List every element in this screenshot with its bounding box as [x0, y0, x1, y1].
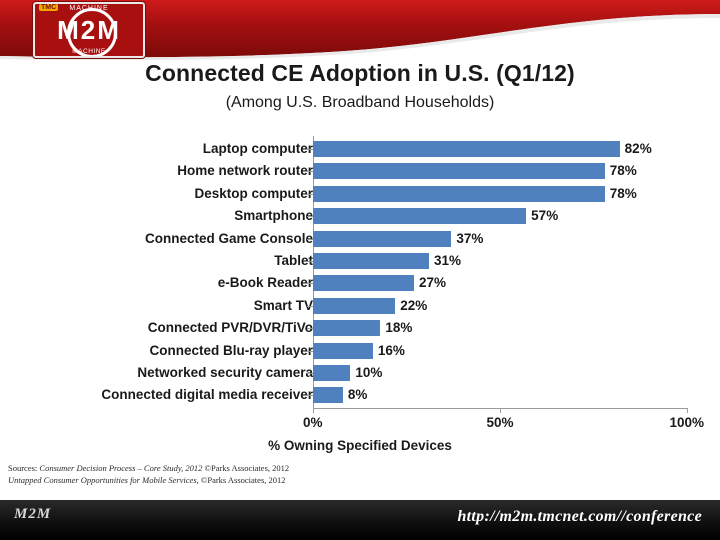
source-line-1: Sources: Consumer Decision Process – Cor…	[8, 462, 508, 474]
category-label: Home network router	[177, 163, 313, 179]
category-label: Connected PVR/DVR/TiVo	[147, 320, 313, 336]
bar-value-label: 78%	[609, 185, 637, 201]
page-title: Connected CE Adoption in U.S. (Q1/12)	[145, 60, 575, 86]
bar-value-label: 10%	[355, 364, 383, 380]
x-axis-tick-label: 0%	[303, 415, 323, 430]
footer-bar: M2M http://m2m.tmcnet.com//conference	[0, 500, 720, 540]
source-study-2: Untapped Consumer Opportunities for Mobi…	[8, 475, 197, 485]
bar-row: Connected PVR/DVR/TiVo 18%	[0, 317, 720, 339]
bar	[313, 163, 605, 180]
bar-value-label: 27%	[418, 275, 446, 291]
x-axis-tick-label: 100%	[669, 415, 705, 430]
source-credit-2: , ©Parks Associates, 2012	[196, 475, 286, 485]
x-axis-tick	[313, 408, 314, 413]
bar-value-label: 31%	[433, 252, 461, 268]
footer-brand: M2M	[14, 506, 52, 522]
bar-value-label: 22%	[400, 297, 428, 313]
bar	[313, 230, 452, 247]
bar	[313, 364, 351, 381]
category-label: Smart TV	[253, 297, 313, 313]
bar-value-label: 16%	[377, 342, 405, 358]
bar	[313, 275, 414, 292]
bar	[313, 297, 396, 314]
bar	[313, 208, 527, 225]
category-label: Connected digital media receiver	[101, 387, 313, 403]
bar-row: e-Book Reader 27%	[0, 272, 720, 294]
bar-value-label: 8%	[347, 387, 368, 403]
bar	[313, 342, 373, 359]
logo-bottom-text: MACHINE	[72, 48, 106, 55]
bar-row: Home network router 78%	[0, 160, 720, 182]
bar-rows: Laptop computer 82% Home network router 78%…	[0, 138, 720, 407]
m2m-logo: MACHINE M2M MACHINE TMC	[33, 2, 145, 58]
bar-row: Smart TV 22%	[0, 295, 720, 317]
bar-value-label: 57%	[531, 208, 559, 224]
bar	[313, 320, 381, 337]
category-label: Connected Blu-ray player	[149, 342, 313, 358]
bar-value-label: 37%	[456, 230, 484, 246]
bar	[313, 252, 429, 269]
bar	[313, 185, 605, 202]
source-credit-1: ©Parks Associates, 2012	[202, 463, 290, 473]
bar-value-label: 18%	[385, 320, 413, 336]
category-label: Laptop computer	[202, 141, 313, 156]
bar-value-label: 82%	[624, 141, 652, 156]
bar-value-label: 78%	[609, 163, 637, 179]
bar-row: Smartphone 57%	[0, 205, 720, 227]
x-axis-tick-label: 50%	[486, 415, 514, 430]
category-label: Networked security camera	[137, 364, 313, 380]
footer-url[interactable]: http://m2m.tmcnet.com//conference	[457, 508, 702, 526]
bar	[313, 387, 343, 404]
bar-row: Desktop computer 78%	[0, 183, 720, 205]
x-axis-tick	[687, 408, 688, 413]
source-study-1: Consumer Decision Process – Core Study, …	[39, 463, 203, 473]
bar-chart: Laptop computer 82% Home network router 78%…	[0, 128, 720, 453]
bar-row: Tablet 31%	[0, 250, 720, 272]
category-label: Connected Game Console	[144, 230, 313, 246]
source-line-2: Untapped Consumer Opportunities for Mobi…	[8, 474, 508, 486]
category-label: e-Book Reader	[217, 275, 313, 291]
bar-row: Connected Game Console 37%	[0, 228, 720, 250]
logo-badge: TMC	[39, 4, 59, 11]
bar-row: Networked security camera 10%	[0, 362, 720, 384]
x-axis-tick	[500, 408, 501, 413]
bar-row: Connected digital media receiver 8%	[0, 384, 720, 406]
category-label: Smartphone	[234, 208, 313, 224]
bar-row: Laptop computer 82%	[0, 138, 720, 160]
category-label: Desktop computer	[194, 185, 313, 201]
x-axis-title: % Owning Specified Devices	[268, 438, 452, 453]
bar-row: Connected Blu-ray player 16%	[0, 340, 720, 362]
sources-block: Sources: Consumer Decision Process – Cor…	[8, 462, 508, 486]
source-prefix: Sources:	[8, 463, 40, 473]
page-subtitle: (Among U.S. Broadband Households)	[225, 94, 495, 111]
bar	[313, 141, 620, 157]
